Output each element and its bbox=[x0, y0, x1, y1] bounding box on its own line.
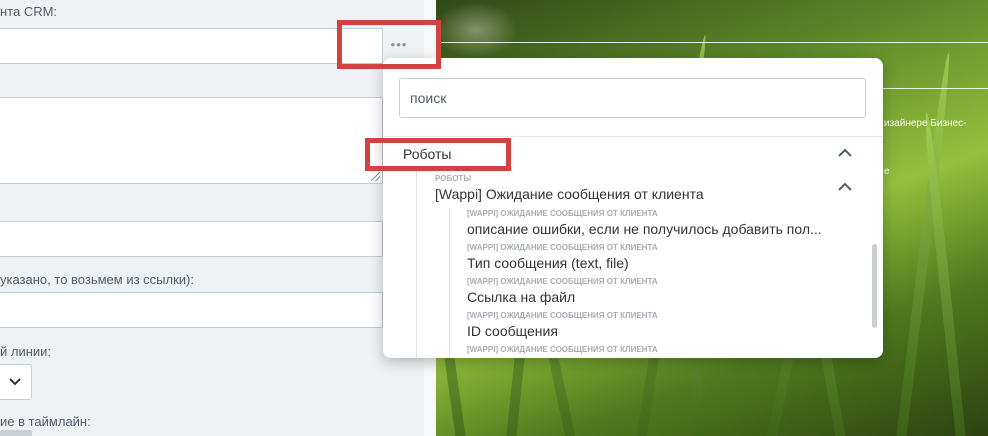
chevron-up-icon[interactable] bbox=[838, 182, 852, 192]
annotation-box-robots bbox=[365, 138, 511, 171]
popup-scrollbar[interactable] bbox=[872, 244, 877, 328]
item-caption: [WAPPI] ОЖИДАНИЕ СООБЩЕНИЯ ОТ КЛИЕНТА bbox=[467, 209, 658, 218]
list-item[interactable]: ID сообщения bbox=[467, 323, 558, 339]
item-caption: [WAPPI] ОЖИДАНИЕ СООБЩЕНИЯ ОТ КЛИЕНТА bbox=[467, 345, 658, 354]
item-caption: [WAPPI] ОЖИДАНИЕ СООБЩЕНИЯ ОТ КЛИЕНТА bbox=[467, 277, 658, 286]
resize-grip-icon[interactable] bbox=[371, 172, 380, 181]
divider-line bbox=[436, 42, 988, 43]
side-text: изайнере Бизнес- bbox=[884, 118, 967, 129]
item-caption: [WAPPI] ОЖИДАНИЕ СООБЩЕНИЯ ОТ КЛИЕНТА bbox=[467, 243, 658, 252]
robot-title[interactable]: [Wappi] Ожидание сообщения от клиента bbox=[435, 186, 704, 202]
chevron-up-icon[interactable] bbox=[838, 148, 852, 158]
description-textarea[interactable] bbox=[0, 97, 383, 184]
tree-line bbox=[416, 170, 417, 358]
crm-field-label: нта CRM: bbox=[0, 4, 58, 19]
crm-field[interactable] bbox=[0, 28, 383, 64]
list-item[interactable]: описание ошибки, если не получилось доба… bbox=[467, 221, 822, 237]
robot-caption: РОБОТЫ bbox=[435, 174, 472, 183]
line-label: й линии: bbox=[0, 344, 52, 359]
list-item[interactable]: Тип сообщения (text, file) bbox=[467, 255, 629, 271]
item-caption: [WAPPI] ОЖИДАНИЕ СООБЩЕНИЯ ОТ КЛИЕНТА bbox=[467, 311, 658, 320]
tree-line bbox=[449, 208, 450, 358]
side-text: е bbox=[884, 166, 890, 177]
timeline-toggle[interactable] bbox=[0, 430, 32, 436]
url-hint-label: указано, то возьмем из ссылки): bbox=[0, 272, 194, 287]
list-item[interactable]: Ссылка на файл bbox=[467, 289, 575, 305]
text-field[interactable] bbox=[0, 221, 383, 257]
line-select[interactable] bbox=[0, 364, 32, 400]
chevron-down-icon bbox=[9, 378, 21, 386]
field-picker-popup: Роботы РОБОТЫ [Wappi] Ожидание сообщения… bbox=[383, 58, 883, 358]
timeline-label: ие в таймлайн: bbox=[0, 414, 91, 429]
search-input[interactable] bbox=[399, 78, 866, 118]
popup-divider bbox=[383, 136, 883, 137]
annotation-box-dots bbox=[337, 20, 441, 69]
url-field[interactable] bbox=[0, 292, 383, 328]
